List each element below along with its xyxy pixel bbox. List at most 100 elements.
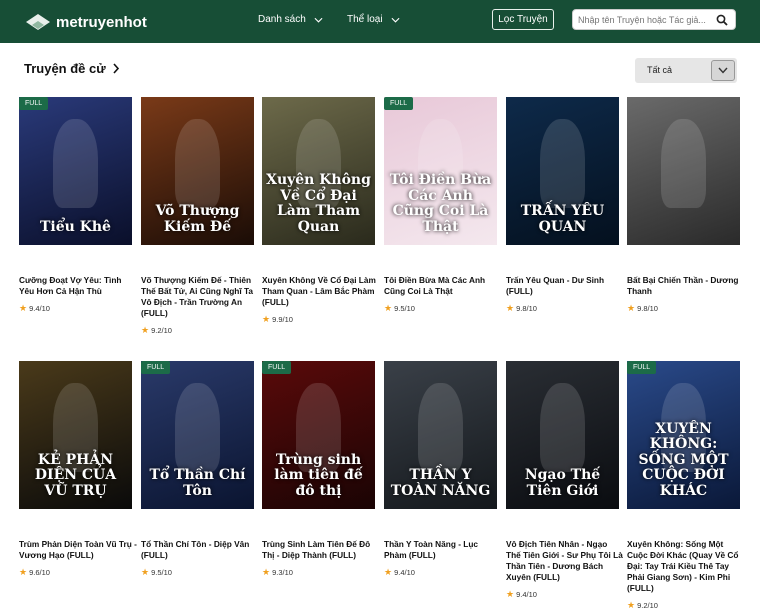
- cover-title-art: KẺ PHẢN DIỆN CỦA VŨ TRỤ: [34, 451, 117, 499]
- star-icon: ★: [506, 589, 515, 599]
- cover-title-art: Tôi Điền Bừa Các Anh Cũng Coi Là Thật: [389, 172, 492, 235]
- cover-title-art: TRẤN YÊU QUAN: [520, 203, 605, 235]
- story-rating: ★ 9.4/10: [506, 589, 537, 600]
- story-title[interactable]: Xuyên Không: Sống Một Cuộc Đời Khác (Qua…: [627, 539, 745, 594]
- story-rating: ★ 9.2/10: [141, 325, 172, 336]
- select-value: Tất cả: [647, 65, 673, 75]
- cover-figure: [52, 119, 99, 208]
- chevron-down-icon: [718, 67, 728, 74]
- star-icon: ★: [384, 567, 393, 577]
- star-icon: ★: [262, 314, 271, 324]
- search-input[interactable]: [578, 13, 708, 27]
- story-rating: ★ 9.6/10: [19, 567, 50, 578]
- full-badge: FULL: [262, 361, 292, 374]
- story-title[interactable]: Thần Y Toàn Năng - Lục Phàm (FULL): [384, 539, 502, 561]
- chevron-down-icon: [391, 17, 400, 23]
- star-icon: ★: [627, 600, 636, 610]
- select-dropdown-button[interactable]: [711, 60, 735, 81]
- star-icon: ★: [627, 303, 636, 313]
- nav-the-loai[interactable]: Thể loại: [347, 14, 400, 25]
- cover-title-art: Võ Thượng Kiếm Đế: [155, 203, 240, 235]
- cover-title-art: Trùng sinh làm tiên đế đô thị: [274, 451, 363, 499]
- nav-label: Thể loại: [347, 14, 383, 25]
- category-select[interactable]: Tất cả: [635, 58, 737, 83]
- cover-title-art: Xuyên Không Về Cổ Đại Làm Tham Quan: [266, 172, 371, 235]
- filter-button[interactable]: Lọc Truyện: [492, 9, 554, 30]
- story-title[interactable]: Xuyên Không Về Cổ Đại Làm Tham Quan - Lâ…: [262, 275, 380, 308]
- cover-title-art: XUYÊN KHÔNG: SỐNG MỘT CUỘC ĐỜI KHÁC: [638, 421, 729, 499]
- cover-figure: [660, 119, 707, 208]
- story-rating: ★ 9.2/10: [627, 600, 658, 611]
- story-rating: ★ 9.3/10: [262, 567, 293, 578]
- story-rating: ★ 9.4/10: [19, 303, 50, 314]
- rating-value: 9.4/10: [516, 590, 537, 599]
- star-icon: ★: [19, 567, 28, 577]
- story-cover[interactable]: XUYÊN KHÔNG: SỐNG MỘT CUỘC ĐỜI KHÁC: [627, 361, 740, 509]
- story-cover[interactable]: Tôi Điền Bừa Các Anh Cũng Coi Là Thật: [384, 97, 497, 245]
- rating-value: 9.4/10: [394, 568, 415, 577]
- story-title[interactable]: Trấn Yêu Quan - Dư Sinh (FULL): [506, 275, 624, 297]
- rating-value: 9.5/10: [151, 568, 172, 577]
- site-header: metruyenhot Danh sách Thể loại Lọc Truyệ…: [0, 0, 760, 43]
- rating-value: 9.8/10: [516, 304, 537, 313]
- cover-title-art: Tổ Thần Chí Tôn: [149, 467, 246, 499]
- story-rating: ★ 9.8/10: [627, 303, 658, 314]
- full-badge: FULL: [141, 361, 171, 374]
- rating-value: 9.9/10: [272, 315, 293, 324]
- story-rating: ★ 9.5/10: [384, 303, 415, 314]
- star-icon: ★: [141, 567, 150, 577]
- story-title[interactable]: Tổ Thần Chí Tôn - Diệp Vân (FULL): [141, 539, 259, 561]
- rating-value: 9.4/10: [29, 304, 50, 313]
- story-title[interactable]: Trùm Phản Diện Toàn Vũ Trụ - Vương Hạo (…: [19, 539, 137, 561]
- rating-value: 9.8/10: [637, 304, 658, 313]
- story-cover[interactable]: TRẤN YÊU QUAN: [506, 97, 619, 245]
- story-cover[interactable]: Võ Thượng Kiếm Đế: [141, 97, 254, 245]
- rating-value: 9.3/10: [272, 568, 293, 577]
- cover-figure: [539, 119, 586, 208]
- section-title[interactable]: Truyện đề cử: [24, 61, 120, 76]
- full-badge: FULL: [627, 361, 657, 374]
- rating-value: 9.6/10: [29, 568, 50, 577]
- chevron-right-icon: [113, 63, 119, 74]
- story-title[interactable]: Bất Bại Chiến Thần - Dương Thanh: [627, 275, 745, 297]
- story-cover[interactable]: THẦN Y TOÀN NĂNG: [384, 361, 497, 509]
- cover-figure: [174, 383, 221, 472]
- logo-icon[interactable]: [24, 12, 52, 32]
- story-cover[interactable]: Tiểu Khê: [19, 97, 132, 245]
- star-icon: ★: [19, 303, 28, 313]
- rating-value: 9.5/10: [394, 304, 415, 313]
- cover-figure: [174, 119, 221, 208]
- star-icon: ★: [141, 325, 150, 335]
- story-cover[interactable]: Tổ Thần Chí Tôn: [141, 361, 254, 509]
- rating-value: 9.2/10: [151, 326, 172, 335]
- logo-text[interactable]: metruyenhot: [56, 14, 147, 31]
- star-icon: ★: [262, 567, 271, 577]
- story-title[interactable]: Cưỡng Đoạt Vợ Yêu: Tình Yêu Hơn Cả Hận T…: [19, 275, 137, 297]
- star-icon: ★: [384, 303, 393, 313]
- full-badge: FULL: [384, 97, 414, 110]
- nav-danh-sach[interactable]: Danh sách: [258, 14, 323, 25]
- search-box: [572, 9, 736, 30]
- cover-title-art: THẦN Y TOÀN NĂNG: [390, 467, 491, 499]
- star-icon: ★: [506, 303, 515, 313]
- story-cover[interactable]: Xuyên Không Về Cổ Đại Làm Tham Quan: [262, 97, 375, 245]
- story-cover[interactable]: [627, 97, 740, 245]
- cover-title-art: Ngạo Thế Tiên Giới: [524, 467, 601, 499]
- rating-value: 9.2/10: [637, 601, 658, 610]
- story-rating: ★ 9.4/10: [384, 567, 415, 578]
- section-title-text: Truyện đề cử: [24, 61, 106, 76]
- story-rating: ★ 9.9/10: [262, 314, 293, 325]
- cover-title-art: Tiểu Khê: [40, 218, 111, 235]
- story-title[interactable]: Vô Địch Tiên Nhân - Ngạo Thế Tiên Giới -…: [506, 539, 624, 583]
- story-cover[interactable]: Trùng sinh làm tiên đế đô thị: [262, 361, 375, 509]
- story-title[interactable]: Võ Thượng Kiếm Đế - Thiên Thế Bất Tử, Ai…: [141, 275, 259, 319]
- full-badge: FULL: [19, 97, 49, 110]
- story-cover[interactable]: KẺ PHẢN DIỆN CỦA VŨ TRỤ: [19, 361, 132, 509]
- story-rating: ★ 9.8/10: [506, 303, 537, 314]
- story-cover[interactable]: Ngạo Thế Tiên Giới: [506, 361, 619, 509]
- search-icon[interactable]: [716, 14, 728, 26]
- cover-figure: [417, 383, 464, 472]
- story-title[interactable]: Trùng Sinh Làm Tiên Đế Đô Thị - Diệp Thà…: [262, 539, 380, 561]
- story-title[interactable]: Tôi Điền Bừa Mà Các Anh Cũng Coi Là Thật: [384, 275, 502, 297]
- nav-label: Danh sách: [258, 14, 306, 25]
